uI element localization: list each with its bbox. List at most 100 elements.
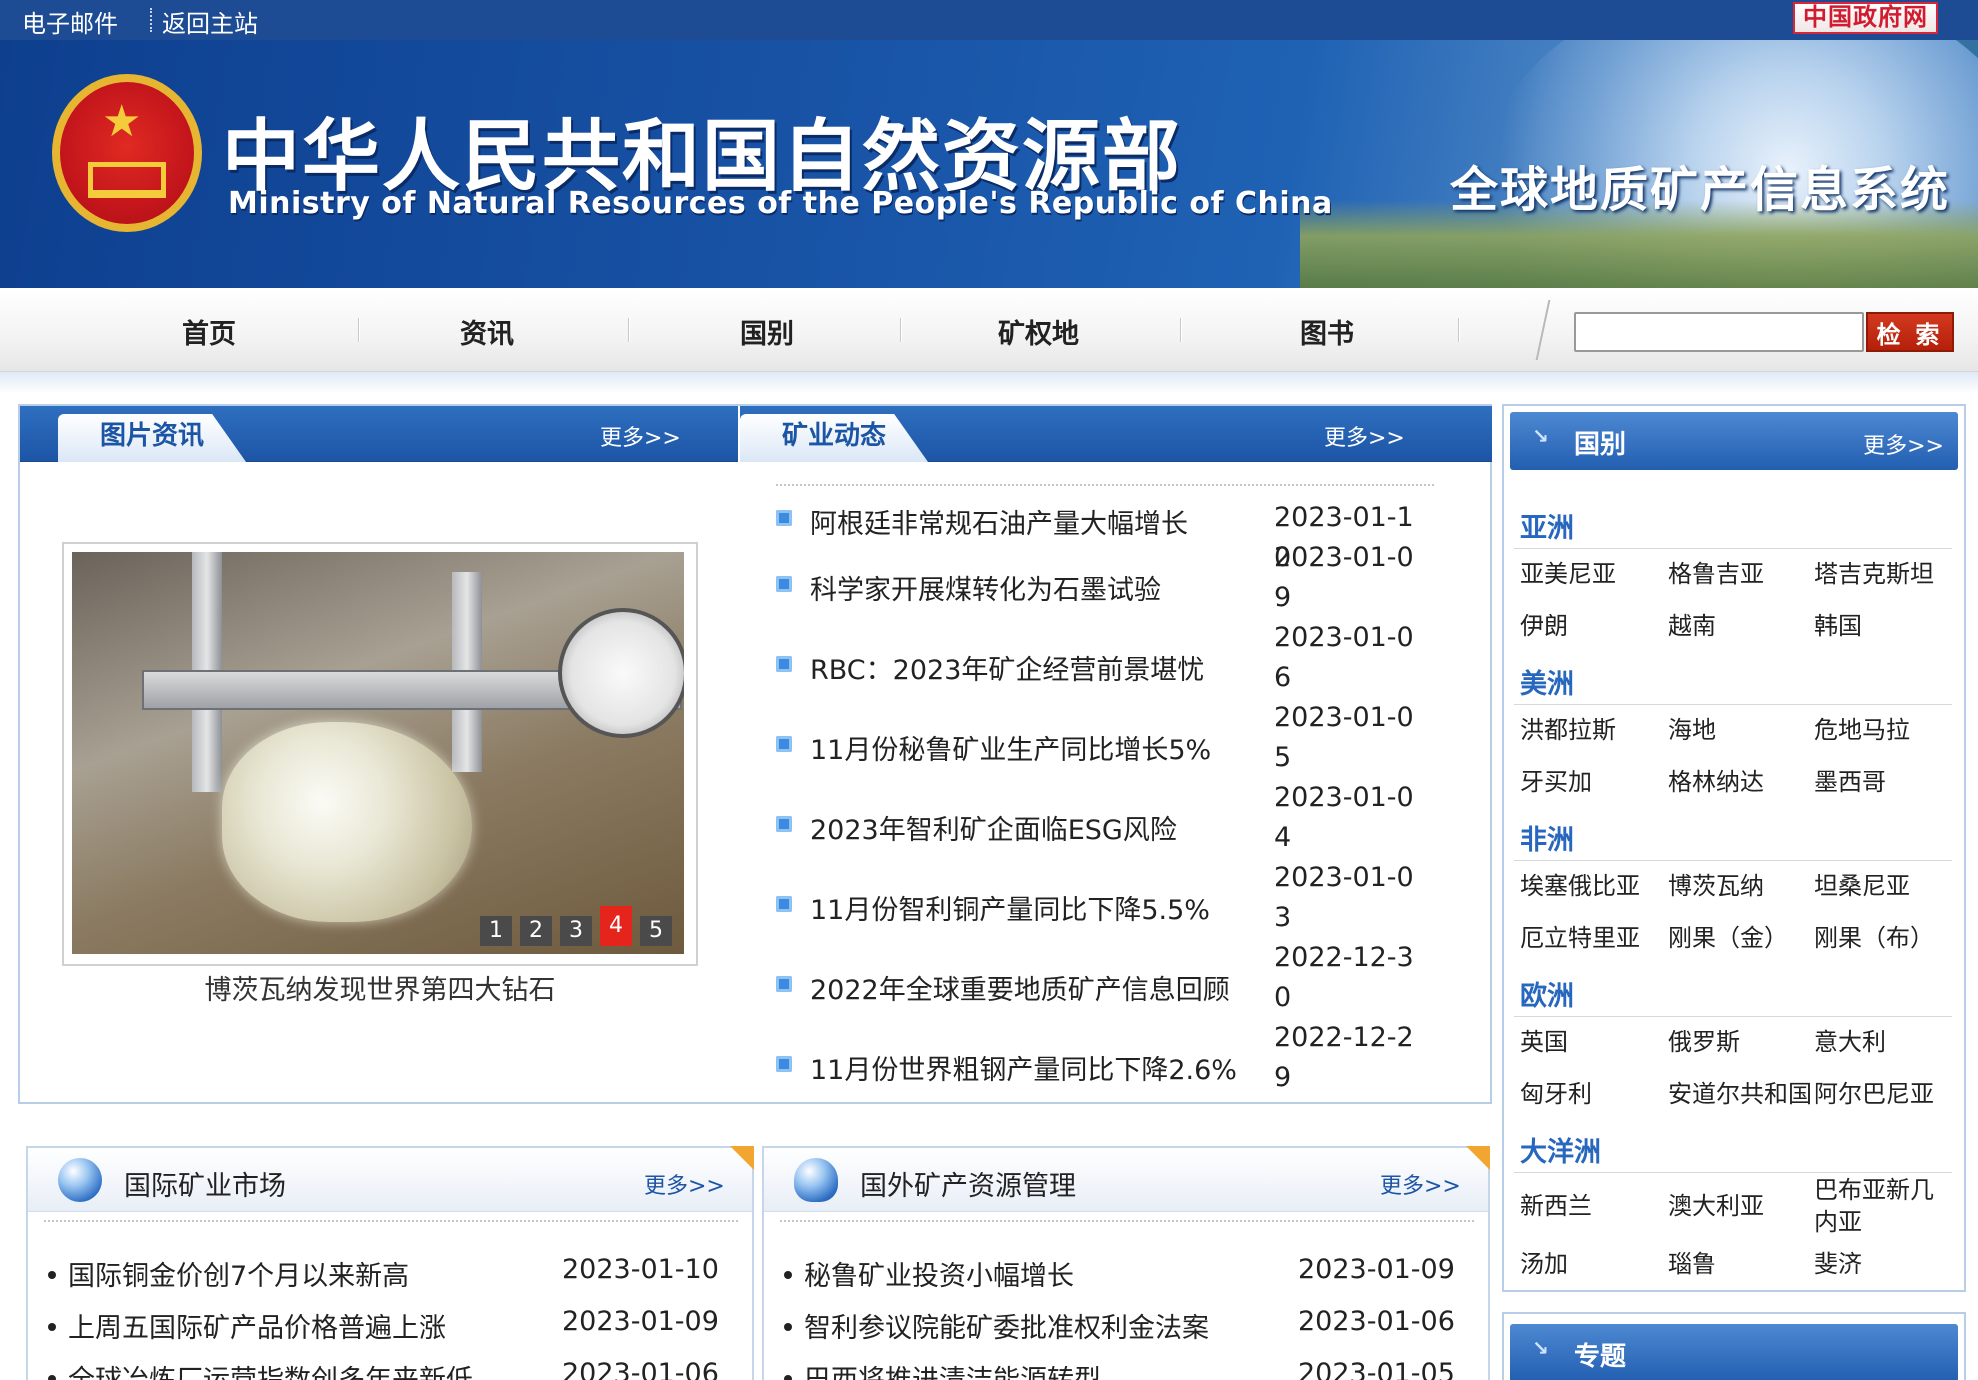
country-link[interactable]: 洪都拉斯	[1520, 714, 1616, 746]
country-link[interactable]: 埃塞俄比亚	[1520, 870, 1640, 902]
country-link[interactable]: 格林纳达	[1668, 766, 1764, 798]
continent-oceania[interactable]: 大洋洲	[1520, 1130, 1601, 1169]
arrow-icon: ↘	[1532, 1336, 1549, 1360]
news-date: 2023-01-09	[1274, 542, 1414, 613]
news-title-link[interactable]: 阿根廷非常规石油产量大幅增长	[810, 502, 1188, 541]
resource-item-link[interactable]: 智利参议院能矿委批准权利金法案	[764, 1306, 1209, 1345]
market-item-link[interactable]: 国际铜金价创7个月以来新高	[28, 1254, 409, 1293]
top-bar: 电子邮件 返回主站 中国政府网	[0, 0, 1978, 40]
continent-divider	[1514, 860, 1952, 861]
country-link[interactable]: 阿尔巴尼亚	[1814, 1078, 1934, 1110]
continent-americas[interactable]: 美洲	[1520, 662, 1574, 701]
country-link[interactable]: 意大利	[1814, 1026, 1886, 1058]
search-area: 检 索	[1540, 300, 1960, 360]
country-link[interactable]: 英国	[1520, 1026, 1568, 1058]
country-link[interactable]: 亚美尼亚	[1520, 558, 1616, 590]
country-link[interactable]: 伊朗	[1520, 610, 1568, 642]
market-item-link[interactable]: 上周五国际矿产品价格普遍上涨	[28, 1306, 446, 1345]
nav-item-home[interactable]: 首页	[182, 312, 236, 351]
country-link[interactable]: 俄罗斯	[1668, 1026, 1740, 1058]
resource-item-link[interactable]: 秘鲁矿业投资小幅增长	[764, 1254, 1074, 1293]
country-link[interactable]: 厄立特里亚	[1520, 922, 1640, 954]
country-link[interactable]: 汤加	[1520, 1248, 1568, 1280]
countries-title: 国别	[1574, 430, 1627, 460]
resource-item-link[interactable]: 巴西将推进清洁能源转型	[764, 1358, 1101, 1380]
bullet-dot	[784, 1322, 792, 1331]
main-news-panel: 图片资讯 更多>> 矿业动态 更多>> 12345 博茨瓦纳发现世界第四大钻石 …	[18, 404, 1492, 1104]
country-link[interactable]: 越南	[1668, 610, 1716, 642]
country-link[interactable]: 博茨瓦纳	[1668, 870, 1764, 902]
country-link[interactable]: 海地	[1668, 714, 1716, 746]
news-date: 2022-12-29	[1274, 1022, 1414, 1093]
country-link[interactable]: 刚果（金）	[1668, 922, 1788, 954]
nav-item-news[interactable]: 资讯	[460, 312, 514, 351]
photo-page-3[interactable]: 3	[560, 916, 592, 946]
country-link[interactable]: 危地马拉	[1814, 714, 1910, 746]
list-separator	[780, 1220, 1474, 1222]
photo-pager: 12345	[472, 906, 672, 946]
news-title-link[interactable]: 11月份世界粗钢产量同比下降2.6%	[810, 1048, 1237, 1087]
country-link[interactable]: 墨西哥	[1814, 766, 1886, 798]
featured-photo-frame[interactable]: 12345	[62, 542, 698, 966]
country-link[interactable]: 格鲁吉亚	[1668, 558, 1764, 590]
nav-item-books[interactable]: 图书	[1300, 312, 1354, 351]
countries-more-link[interactable]: 更多>>	[1863, 428, 1944, 460]
photo-page-1[interactable]: 1	[480, 916, 512, 946]
news-title-link[interactable]: RBC：2023年矿企经营前景堪忧	[810, 648, 1204, 687]
corner-decoration	[1466, 1146, 1490, 1170]
continent-divider	[1514, 1016, 1952, 1017]
diamond-photo[interactable]: 12345	[72, 552, 684, 954]
country-link[interactable]: 坦桑尼亚	[1814, 870, 1910, 902]
continent-africa[interactable]: 非洲	[1520, 818, 1574, 857]
resource-item-date: 2023-01-05	[1298, 1358, 1455, 1380]
news-title-link[interactable]: 科学家开展煤转化为石墨试验	[810, 568, 1161, 607]
tab-picture-news[interactable]: 图片资讯	[58, 414, 247, 462]
nav-item-countries[interactable]: 国别	[740, 312, 794, 351]
news-title-link[interactable]: 2023年智利矿企面临ESG风险	[810, 808, 1177, 847]
news-title-link[interactable]: 2022年全球重要地质矿产信息回顾	[810, 968, 1230, 1007]
news-title-link[interactable]: 11月份秘鲁矿业生产同比增长5%	[810, 728, 1211, 767]
special-topics-header[interactable]: ↘ 专题	[1510, 1324, 1958, 1380]
country-link[interactable]: 瑙鲁	[1668, 1248, 1716, 1280]
mining-news-more-link[interactable]: 更多>>	[1324, 420, 1405, 452]
photo-page-2[interactable]: 2	[520, 916, 552, 946]
photo-page-4-active[interactable]: 4	[600, 906, 632, 946]
photo-caption-link[interactable]: 博茨瓦纳发现世界第四大钻石	[20, 968, 740, 1007]
country-link[interactable]: 斐济	[1814, 1248, 1862, 1280]
picture-news-more-link[interactable]: 更多>>	[600, 420, 681, 452]
continent-europe[interactable]: 欧洲	[1520, 974, 1574, 1013]
market-item-date: 2023-01-09	[562, 1306, 719, 1337]
country-link[interactable]: 巴布亚新几内亚	[1814, 1174, 1944, 1238]
nav-item-mining-rights[interactable]: 矿权地	[998, 312, 1079, 351]
search-button[interactable]: 检 索	[1866, 312, 1954, 352]
mining-news-list: 阿根廷非常规石油产量大幅增长 2023-01-10 科学家开展煤转化为石墨试验 …	[776, 502, 1436, 1093]
search-input[interactable]	[1574, 312, 1864, 352]
country-link[interactable]: 刚果（布）	[1814, 922, 1934, 954]
country-link[interactable]: 韩国	[1814, 610, 1862, 642]
country-link[interactable]: 新西兰	[1520, 1190, 1592, 1222]
bullet-dot	[48, 1322, 56, 1331]
country-link[interactable]: 澳大利亚	[1668, 1190, 1764, 1222]
gov-portal-logo[interactable]: 中国政府网	[1793, 2, 1938, 34]
continent-asia[interactable]: 亚洲	[1520, 506, 1574, 545]
tab-mining-news[interactable]: 矿业动态	[740, 414, 929, 462]
bullet-dot	[48, 1270, 56, 1279]
resource-item-title: 巴西将推进清洁能源转型	[804, 1365, 1101, 1380]
bullet-dot	[48, 1374, 56, 1380]
resource-mgmt-more-link[interactable]: 更多>>	[1380, 1168, 1461, 1200]
news-title-link[interactable]: 11月份智利铜产量同比下降5.5%	[810, 888, 1210, 927]
email-link[interactable]: 电子邮件	[22, 4, 118, 39]
photo-page-5[interactable]: 5	[640, 916, 672, 946]
list-bullet-icon	[776, 976, 792, 992]
market-more-link[interactable]: 更多>>	[644, 1168, 725, 1200]
market-item-link[interactable]: 全球冶炼厂运营指数创多年来新低	[28, 1358, 473, 1380]
country-link[interactable]: 牙买加	[1520, 766, 1592, 798]
bullet-dot	[784, 1270, 792, 1279]
country-link[interactable]: 塔吉克斯坦	[1814, 558, 1934, 590]
resource-mgmt-header: 国外矿产资源管理 更多>>	[764, 1146, 1490, 1212]
nav-divider	[628, 318, 630, 342]
country-link[interactable]: 匈牙利	[1520, 1078, 1592, 1110]
resource-item-title: 秘鲁矿业投资小幅增长	[804, 1261, 1074, 1292]
country-link[interactable]: 安道尔共和国	[1668, 1078, 1812, 1110]
home-link[interactable]: 返回主站	[162, 4, 258, 39]
